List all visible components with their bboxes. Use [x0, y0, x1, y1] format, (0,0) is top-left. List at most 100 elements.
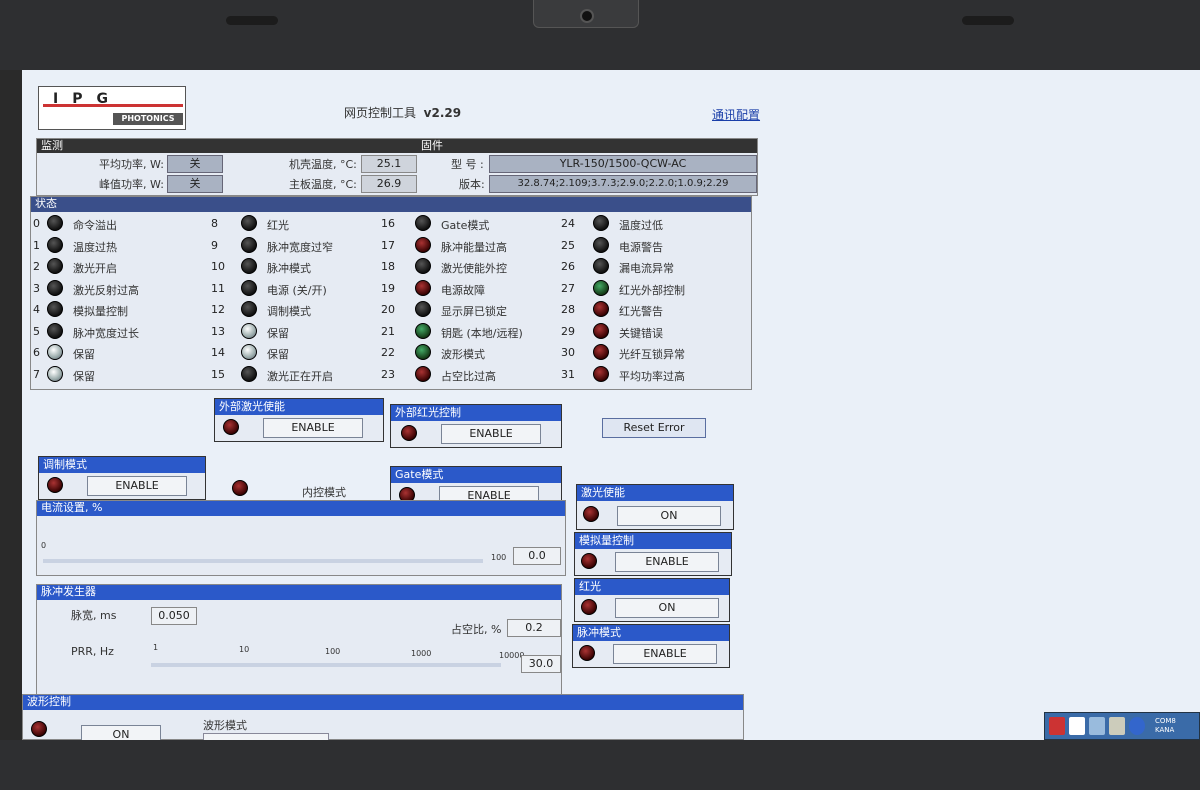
ext-red-control-box: 外部红光控制 ENABLE [390, 404, 562, 448]
status-label: 红光警告 [619, 305, 663, 318]
status-bit-number: 18 [381, 260, 395, 273]
current-setting-panel: 电流设置, % 0 100 0.0 [36, 500, 566, 576]
status-bit-number: 23 [381, 367, 395, 381]
status-label: 漏电流异常 [619, 262, 674, 275]
status-indicator [415, 215, 431, 231]
laser-on-button[interactable]: ON [617, 506, 721, 526]
mod-mode-header: 调制模式 [39, 457, 205, 473]
board-temp-label: 主板温度, °C: [289, 178, 357, 191]
ext-laser-indicator [223, 419, 239, 435]
prr-tick: 10 [239, 645, 250, 654]
tray-settings-icon[interactable] [1109, 717, 1125, 735]
status-indicator [415, 301, 431, 317]
status-label: 电源 (关/开) [267, 283, 327, 297]
red-light-box: 红光 ON [574, 578, 730, 622]
status-label: 红光 [267, 219, 289, 232]
status-indicator [241, 215, 257, 231]
status-indicator [241, 322, 257, 339]
status-indicator [47, 365, 63, 382]
current-min-tick: 0 [41, 541, 47, 550]
status-label: 钥匙 (本地/远程) [441, 326, 523, 340]
app-version: v2.29 [423, 106, 462, 120]
red-light-header: 红光 [575, 579, 729, 595]
status-bit-number: 26 [561, 260, 575, 273]
status-bit-number: 3 [33, 281, 40, 295]
status-label: 保留 [267, 326, 289, 340]
status-label: 保留 [73, 348, 95, 361]
comm-config-link[interactable]: 通讯配置 [712, 106, 760, 123]
status-indicator [415, 236, 431, 253]
prr-slider[interactable] [151, 663, 501, 667]
app-title: 网页控制工具 v2.29 [344, 104, 461, 121]
status-label: Gate模式 [441, 219, 490, 232]
ext-red-indicator [401, 425, 417, 441]
status-bit-number: 0 [33, 217, 40, 230]
pulse-mode-header: 脉冲模式 [573, 625, 729, 641]
status-bit-number: 22 [381, 346, 395, 359]
mod-mode-enable-button[interactable]: ENABLE [87, 476, 187, 496]
status-indicator [415, 258, 431, 274]
waveform-indicator [31, 721, 47, 737]
ext-red-enable-button[interactable]: ENABLE [441, 424, 541, 444]
status-bit-number: 5 [33, 324, 40, 338]
pulse-width-input[interactable]: 0.050 [151, 607, 197, 625]
current-slider[interactable] [43, 559, 483, 563]
status-indicator [415, 322, 431, 339]
ime-icon[interactable] [1069, 717, 1085, 735]
status-indicator [415, 365, 431, 382]
status-label: 激光正在开启 [267, 369, 333, 383]
waveform-mode-select[interactable] [203, 733, 329, 740]
current-value-input[interactable]: 0.0 [513, 547, 561, 565]
current-header: 电流设置, % [37, 501, 565, 516]
status-label: 平均功率过高 [619, 369, 685, 383]
status-label: 脉冲宽度过窄 [267, 240, 333, 254]
status-indicator [47, 279, 63, 296]
status-indicator [47, 215, 63, 231]
ext-laser-enable-button[interactable]: ENABLE [263, 418, 363, 438]
help-icon[interactable] [1129, 717, 1145, 735]
status-label: 保留 [73, 369, 95, 383]
prr-input[interactable]: 30.0 [521, 655, 561, 673]
status-bit-number: 9 [211, 238, 218, 252]
analog-control-indicator [581, 553, 597, 569]
status-label: 调制模式 [267, 305, 311, 318]
status-label: 脉冲能量过高 [441, 240, 507, 254]
status-label: 温度过热 [73, 240, 117, 254]
screen: IPG PHOTONICS 网页控制工具 v2.29 通讯配置 监测 固件 平均… [22, 70, 1200, 740]
status-bit-number: 6 [33, 346, 40, 359]
laser-enable-indicator [583, 506, 599, 522]
peak-power-value: 关 [167, 175, 223, 193]
status-bit-number: 8 [211, 217, 218, 230]
tray-status: COM8 KANA [1155, 717, 1176, 735]
analog-enable-button[interactable]: ENABLE [615, 552, 719, 572]
status-bit-number: 10 [211, 260, 225, 273]
status-bit-number: 21 [381, 324, 395, 338]
ext-red-header: 外部红光控制 [391, 405, 561, 421]
prr-tick: 1 [153, 643, 159, 652]
status-panel: 状态 0 命令溢出 1 温度过热 2 激光开启 3 激光反射过高 4 模拟量控制 5 脉冲宽度过长 6 保… [30, 196, 752, 390]
avg-power-label: 平均功率, W: [99, 158, 164, 171]
status-indicator [415, 344, 431, 360]
status-indicator [241, 279, 257, 296]
waveform-header: 波形控制 [23, 695, 743, 710]
duty-cycle-input[interactable]: 0.2 [507, 619, 561, 637]
red-light-on-button[interactable]: ON [615, 598, 719, 618]
internal-mode-indicator [232, 480, 248, 496]
laptop-bezel-bottom [0, 740, 1200, 790]
app-title-text: 网页控制工具 [344, 106, 417, 120]
status-label: 保留 [267, 348, 289, 361]
monitor-panel: 监测 固件 平均功率, W: 关 峰值功率, W: 关 机壳温度, °C: 25… [36, 138, 758, 196]
waveform-on-button[interactable]: ON [81, 725, 161, 740]
status-bit-number: 11 [211, 281, 225, 295]
tray-app-icon[interactable] [1049, 717, 1065, 735]
red-light-indicator [581, 599, 597, 615]
pulse-mode-enable-button[interactable]: ENABLE [613, 644, 717, 664]
reset-error-button[interactable]: Reset Error [602, 418, 706, 438]
mod-mode-box: 调制模式 ENABLE [38, 456, 206, 500]
logo-text: IPG [43, 91, 183, 107]
tray-network-icon[interactable] [1089, 717, 1105, 735]
status-indicator [593, 258, 609, 274]
status-label: 光纤互锁异常 [619, 348, 685, 361]
analog-control-box: 模拟量控制 ENABLE [574, 532, 732, 576]
status-bit-number: 17 [381, 238, 395, 252]
